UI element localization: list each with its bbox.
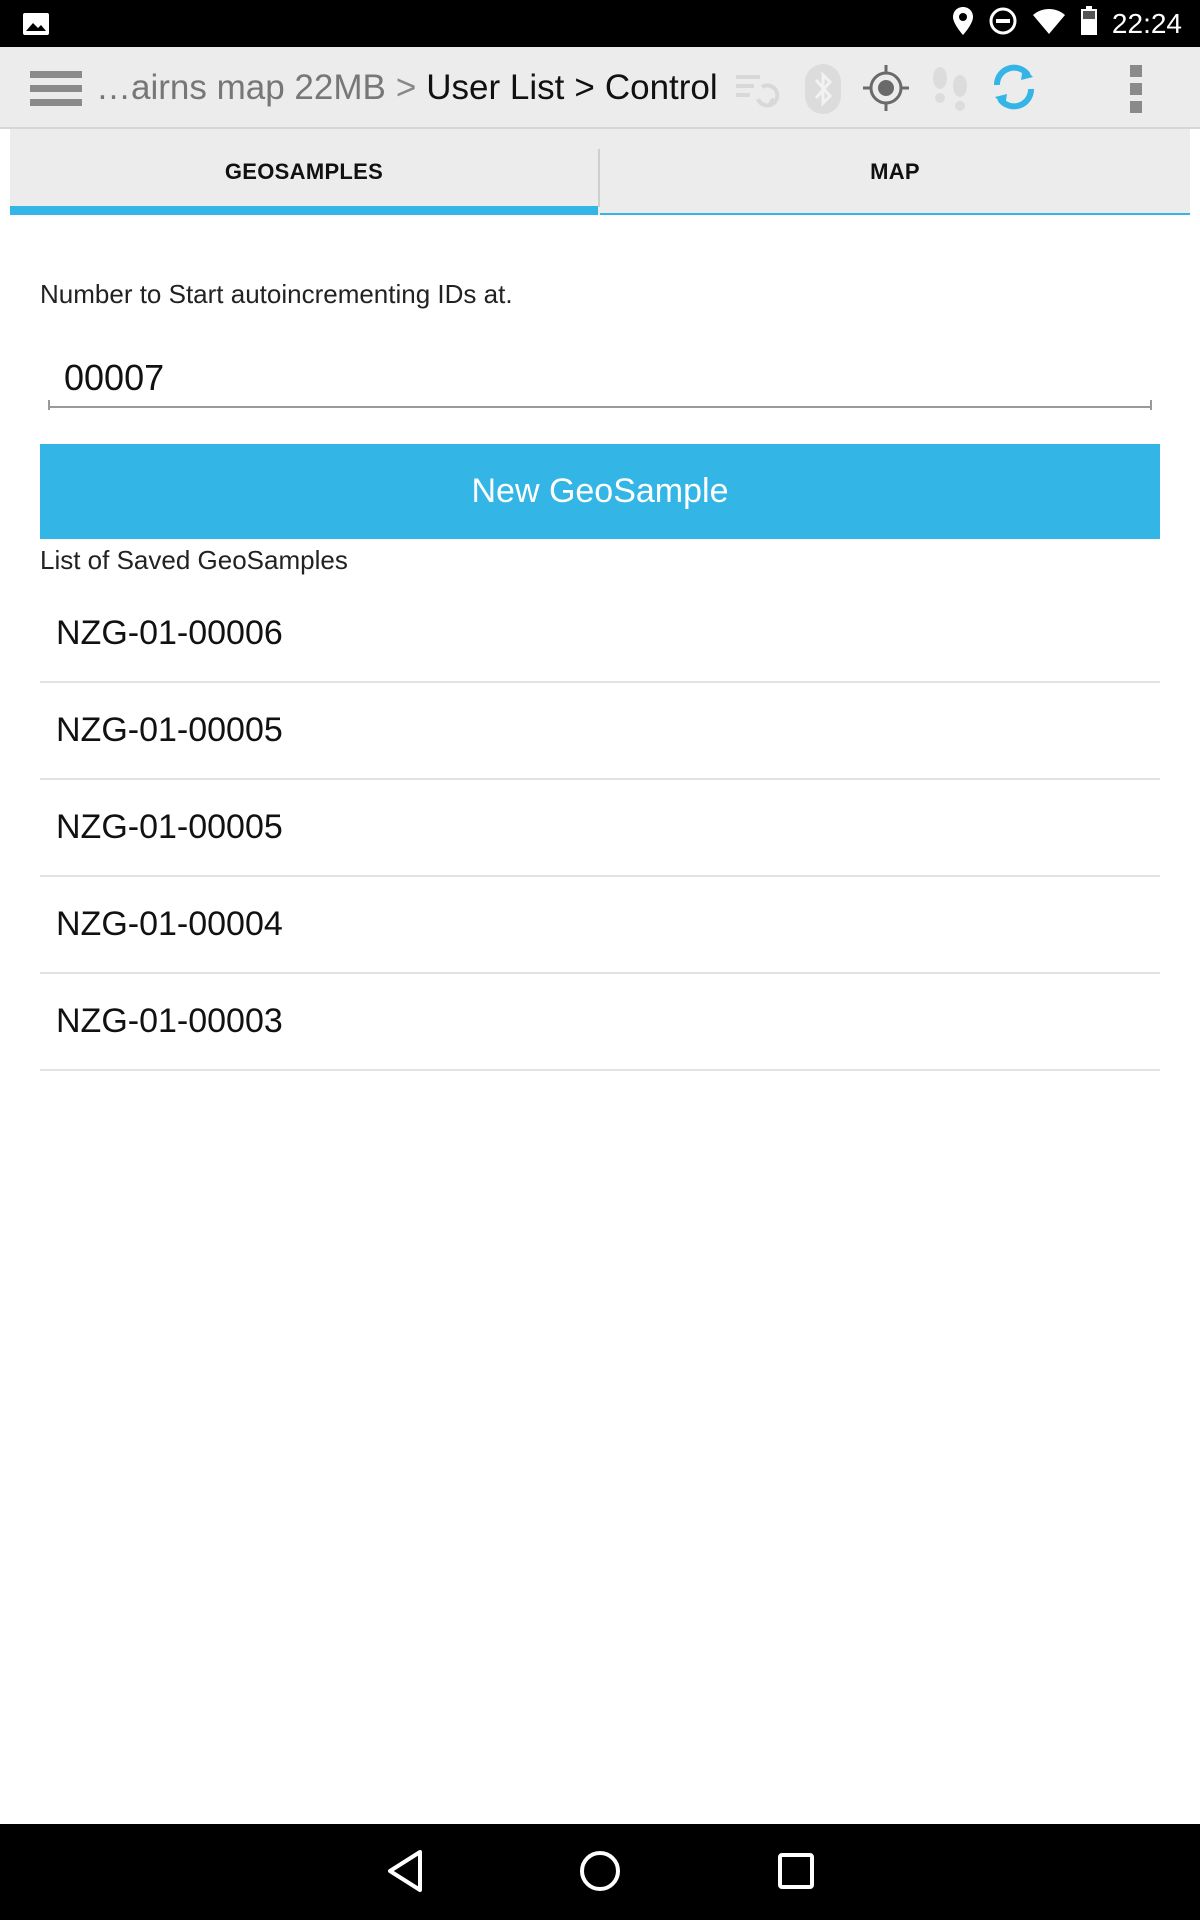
hamburger-menu-icon[interactable]: [30, 69, 82, 114]
breadcrumb-map[interactable]: …airns map 22MB: [96, 68, 386, 108]
tab-bar: GEOSAMPLES MAP: [10, 129, 1190, 215]
list-item[interactable]: NZG-01-00003: [40, 974, 1160, 1071]
battery-icon: [1080, 6, 1098, 41]
status-time: 22:24: [1111, 7, 1182, 39]
list-item[interactable]: NZG-01-00006: [40, 586, 1160, 683]
tab-geosamples[interactable]: GEOSAMPLES: [10, 129, 598, 215]
sync-list-icon[interactable]: [736, 69, 780, 114]
list-item[interactable]: NZG-01-00005: [40, 780, 1160, 877]
footsteps-icon[interactable]: [928, 64, 972, 119]
action-bar: …airns map 22MB > User List > Control: [0, 47, 1200, 129]
breadcrumb: …airns map 22MB > User List > Control: [96, 47, 718, 129]
breadcrumb-separator: >: [574, 68, 595, 107]
home-icon[interactable]: [578, 1848, 622, 1899]
list-item[interactable]: NZG-01-00004: [40, 877, 1160, 974]
geosamples-panel: Number to Start autoincrementing IDs at.…: [10, 215, 1190, 1825]
saved-geosamples-list: NZG-01-00006 NZG-01-00005 NZG-01-00005 N…: [40, 586, 1160, 1071]
saved-list-label: List of Saved GeoSamples: [40, 545, 348, 575]
tab-map[interactable]: MAP: [600, 129, 1190, 215]
do-not-disturb-icon: [988, 6, 1018, 41]
image-icon: [22, 12, 50, 41]
tab-geosamples-label: GEOSAMPLES: [224, 159, 384, 184]
tab-map-label: MAP: [870, 159, 920, 184]
back-icon[interactable]: [384, 1848, 426, 1899]
id-start-label: Number to Start autoincrementing IDs at.: [40, 279, 513, 309]
location-pin-icon: [952, 6, 974, 41]
status-bar: 22:24: [0, 0, 1200, 47]
new-geosample-button[interactable]: New GeoSample: [40, 444, 1160, 539]
breadcrumb-current: Control: [604, 68, 718, 107]
overflow-menu-icon[interactable]: [1128, 63, 1144, 120]
wifi-icon: [1032, 7, 1066, 40]
navigation-bar: [0, 1824, 1200, 1920]
refresh-icon[interactable]: [988, 61, 1040, 118]
recents-icon[interactable]: [776, 1848, 816, 1899]
list-item[interactable]: NZG-01-00005: [40, 683, 1160, 780]
bluetooth-icon[interactable]: [803, 64, 843, 119]
breadcrumb-separator: >: [395, 68, 417, 107]
input-underline-ticks: [48, 400, 1152, 410]
breadcrumb-user-list[interactable]: User List: [426, 68, 564, 108]
gps-target-icon[interactable]: [862, 64, 910, 117]
selected-tab-indicator: [10, 206, 598, 215]
